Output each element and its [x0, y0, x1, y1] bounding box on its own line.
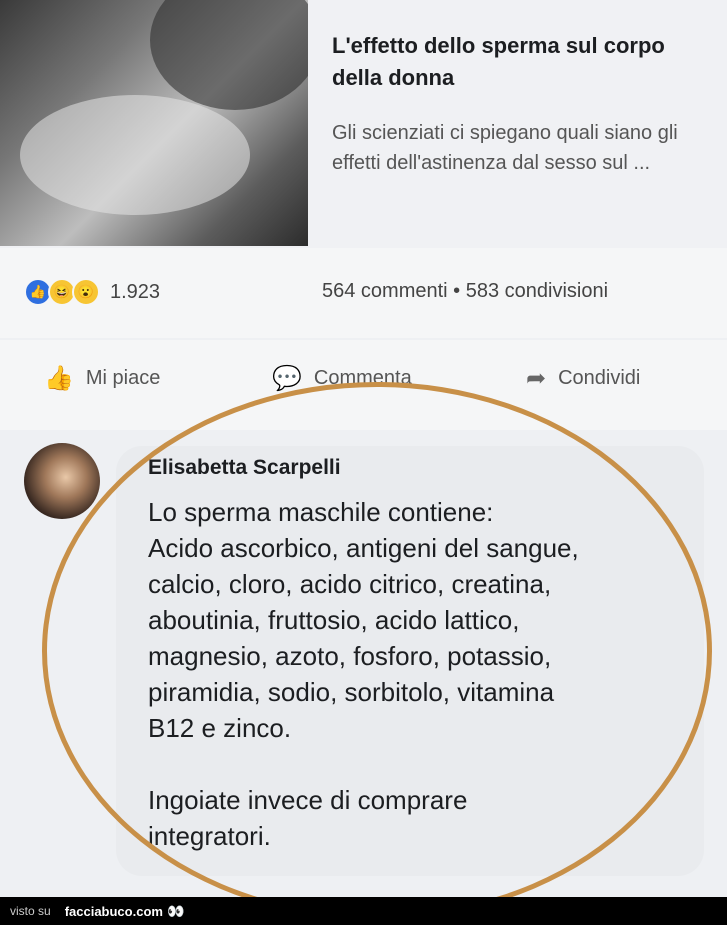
reactions-summary[interactable]: 👍 😆 😮 1.923	[24, 278, 160, 306]
comments-shares-count[interactable]: 564 commenti • 583 condivisioni	[322, 280, 608, 303]
share-label: Condividi	[558, 367, 641, 389]
visto-su-label: visto su	[10, 904, 51, 918]
annotation-circle	[42, 382, 712, 920]
like-label: Mi piace	[85, 367, 161, 389]
reaction-count: 1.923	[110, 280, 161, 303]
like-button[interactable]: 👍 Mi piace	[44, 364, 160, 393]
link-title[interactable]: L'effetto dello sperma sul corpo della d…	[332, 30, 692, 94]
thumbnail-shape	[20, 95, 250, 215]
shared-link-card[interactable]: L'effetto dello sperma sul corpo della d…	[0, 0, 727, 248]
share-arrow-icon: ➦	[526, 365, 547, 392]
eyes-icon: 👀	[166, 902, 185, 919]
avatar[interactable]	[24, 443, 100, 519]
watermark-footer: visto su facciabuco.com 👀	[0, 897, 727, 925]
link-thumbnail[interactable]	[0, 0, 308, 246]
share-button[interactable]: ➦ Condividi	[526, 364, 640, 393]
link-description: Gli scienziati ci spiegano quali siano g…	[332, 122, 678, 174]
site-name[interactable]: facciabuco.com	[65, 904, 163, 919]
thumbs-up-icon: 👍	[44, 365, 74, 392]
thumbnail-shape	[150, 0, 308, 110]
wow-icon: 😮	[72, 278, 100, 306]
